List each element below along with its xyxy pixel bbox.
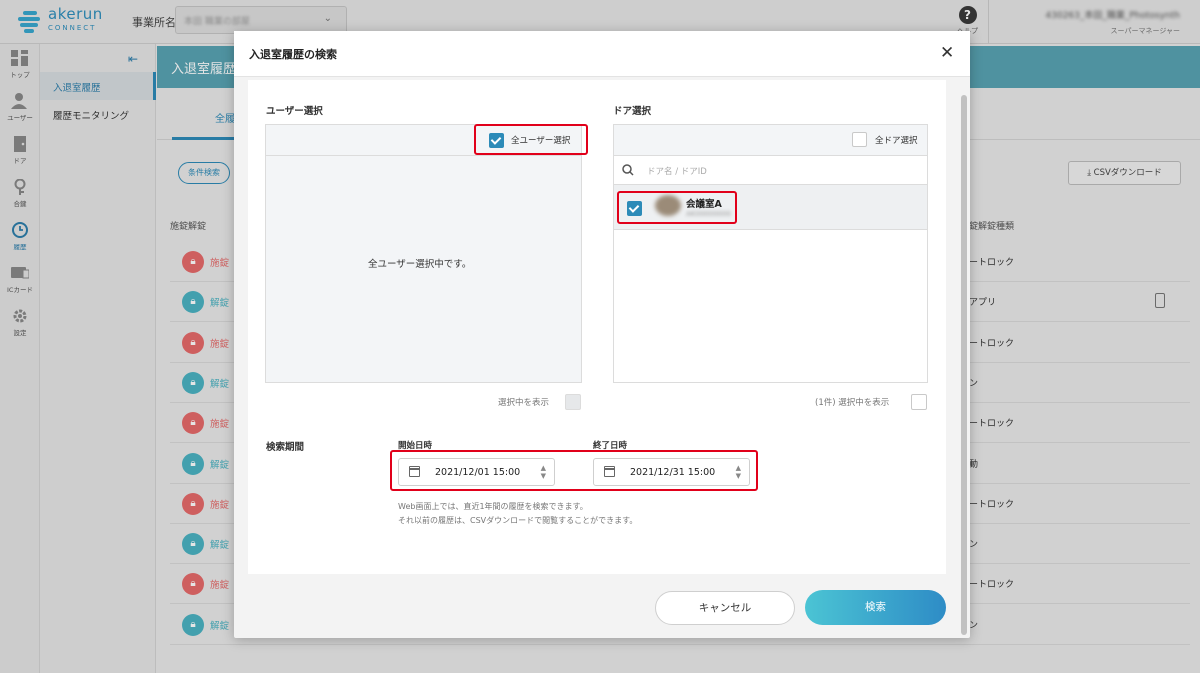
modal-title: 入退室履歴の検索 — [249, 48, 337, 61]
search-button[interactable]: 検索 — [805, 590, 946, 625]
door-selected-count: (1件) 選択中を表示 — [815, 396, 889, 408]
period-note-1: Web画面上では、直近1年間の履歴を検索できます。 — [398, 502, 588, 511]
user-list-box — [265, 124, 582, 383]
door-section-title: ドア選択 — [613, 106, 652, 117]
show-selected-users-label: 選択中を表示 — [498, 398, 550, 408]
all-doors-checkbox[interactable] — [852, 132, 867, 147]
period-note-2: それ以前の履歴は、CSVダウンロードで閲覧することができます。 — [398, 516, 638, 525]
door-search-field[interactable]: ドア名 / ドアID — [614, 156, 927, 185]
highlight-period — [390, 450, 758, 491]
modal-scrollbar[interactable] — [961, 95, 967, 635]
door-count: (1件) — [815, 398, 836, 408]
all-doors-label: 全ドア選択 — [875, 136, 918, 146]
period-label: 検索期間 — [266, 442, 305, 453]
cancel-button[interactable]: キャンセル — [655, 591, 795, 625]
show-selected-users-toggle[interactable] — [565, 394, 581, 410]
door-search-placeholder: ドア名 / ドアID — [647, 167, 707, 177]
search-icon — [622, 164, 634, 176]
modal-header — [234, 31, 970, 77]
all-users-message: 全ユーザー選択中です。 — [368, 259, 472, 270]
user-section-title: ユーザー選択 — [266, 106, 323, 117]
show-selected-doors-label: 選択中を表示 — [838, 398, 890, 408]
show-selected-doors-toggle[interactable] — [911, 394, 927, 410]
close-icon[interactable]: ✕ — [940, 43, 954, 63]
highlight-door-item — [617, 191, 737, 224]
highlight-all-users — [474, 124, 588, 155]
